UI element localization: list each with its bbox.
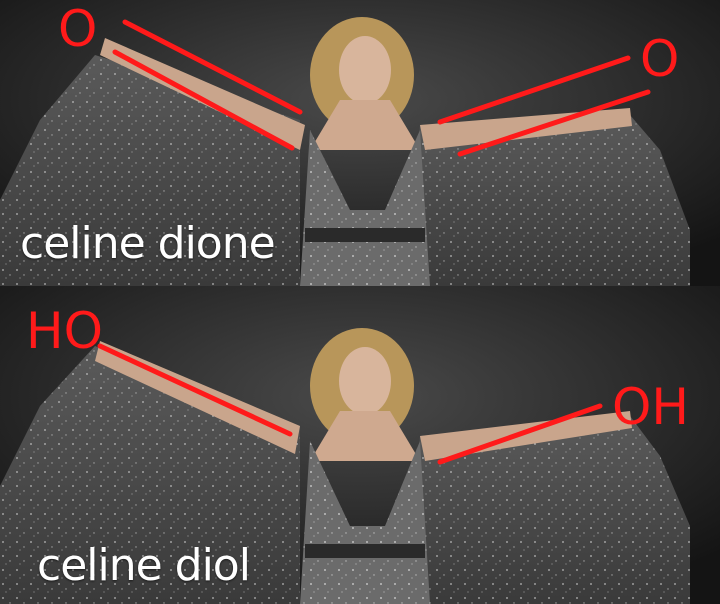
caption-dione: celine dione [20, 218, 276, 269]
hydroxyl-label-left: HO [26, 302, 103, 360]
caption-diol: celine diol [37, 540, 251, 591]
meme-panel-top: O O celine dione [0, 0, 720, 286]
meme-panel-bottom: HO OH celine diol [0, 286, 720, 604]
hydroxyl-label-right: OH [612, 378, 689, 436]
oxygen-label-right: O [640, 30, 680, 88]
oxygen-label-left: O [58, 0, 98, 58]
